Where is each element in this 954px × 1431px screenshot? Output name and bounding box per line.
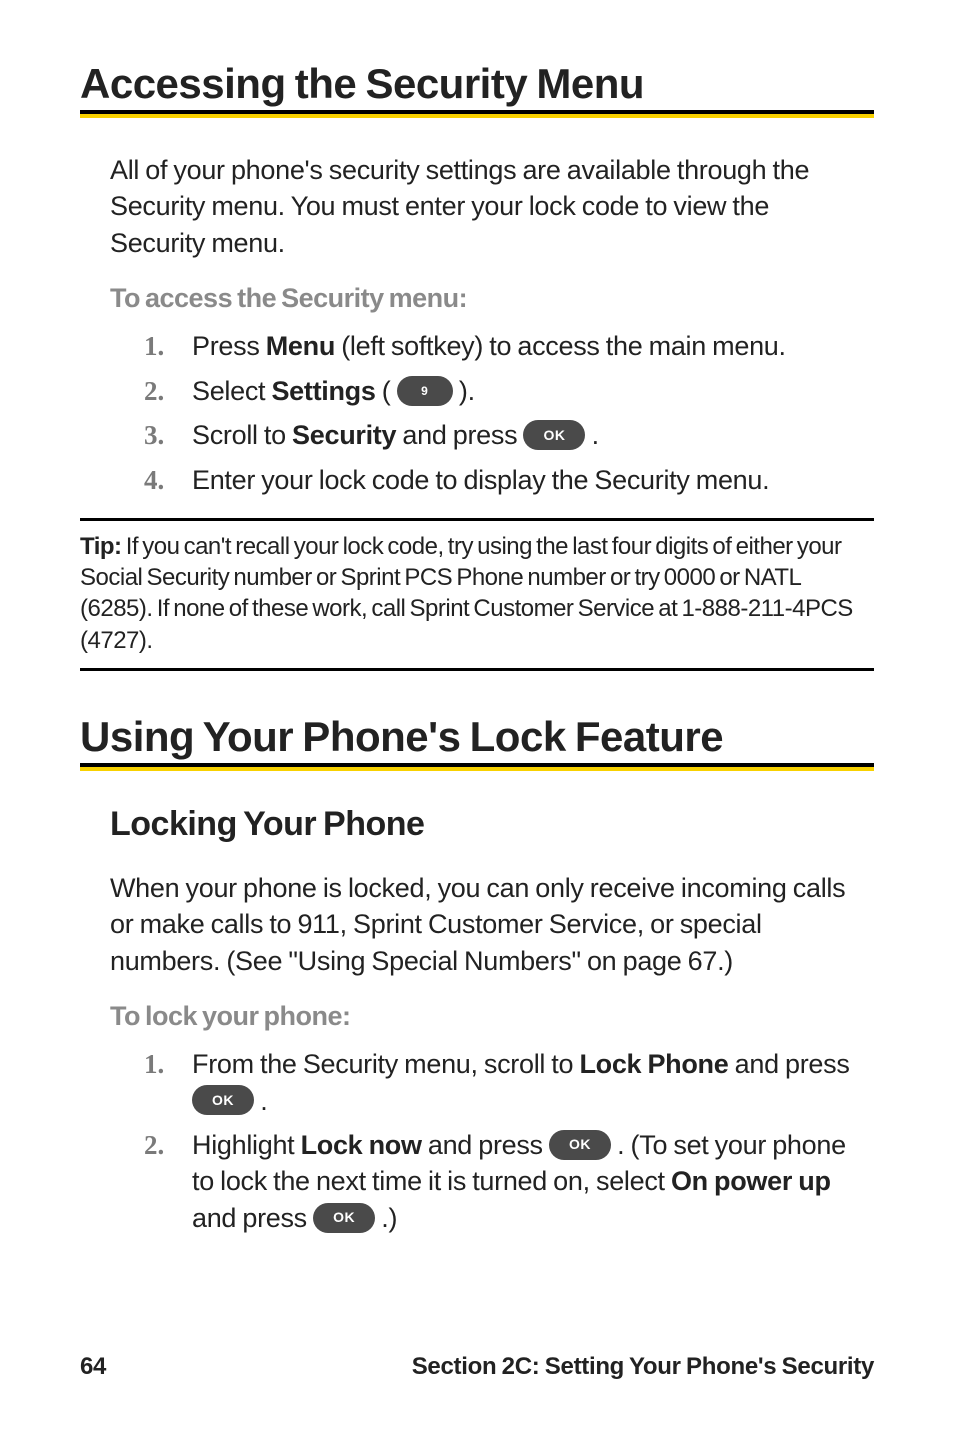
step-text: Press Menu (left softkey) to access the … <box>192 328 786 364</box>
text-fragment: ). <box>453 376 475 406</box>
key-ok-icon: OK <box>313 1203 375 1233</box>
text-bold: Settings <box>271 376 375 406</box>
text-bold: On power up <box>671 1166 831 1196</box>
text-fragment: .) <box>375 1203 397 1233</box>
step-1: 1. Press Menu (left softkey) to access t… <box>144 328 864 364</box>
page-footer: 64 Section 2C: Setting Your Phone's Secu… <box>80 1353 874 1381</box>
title-underline <box>80 110 874 118</box>
text-fragment: and press <box>422 1130 549 1160</box>
text-fragment: (left softkey) to access the main menu. <box>335 331 786 361</box>
text-bold: Lock Phone <box>579 1049 728 1079</box>
text-fragment: From the Security menu, scroll to <box>192 1049 579 1079</box>
page-number: 64 <box>80 1353 106 1381</box>
step-text: Highlight Lock now and press OK . (To se… <box>192 1127 864 1236</box>
key-9-icon: 9 <box>397 376 453 406</box>
tip-body: If you can't recall your lock code, try … <box>80 533 853 654</box>
step-text: Scroll to Security and press OK . <box>192 417 599 453</box>
text-bold: Menu <box>266 331 335 361</box>
section2-intro: When your phone is locked, you can only … <box>110 870 864 979</box>
step-number: 2. <box>144 373 192 409</box>
text-fragment: and press <box>192 1203 313 1233</box>
text-bold: Security <box>292 420 396 450</box>
step-text: From the Security menu, scroll to Lock P… <box>192 1046 864 1119</box>
step-number: 4. <box>144 462 192 498</box>
section1-intro: All of your phone's security settings ar… <box>110 152 864 261</box>
key-ok-icon: OK <box>192 1085 254 1115</box>
step-3: 3. Scroll to Security and press OK . <box>144 417 864 453</box>
text-fragment: and press <box>728 1049 849 1079</box>
step-number: 1. <box>144 1046 192 1082</box>
step-text: Select Settings ( 9 ). <box>192 373 475 409</box>
key-ok-icon: OK <box>549 1130 611 1160</box>
section2-lead: To lock your phone: <box>110 1001 864 1032</box>
section2-body: Locking Your Phone When your phone is lo… <box>80 805 874 1237</box>
section1-steps: 1. Press Menu (left softkey) to access t… <box>110 328 864 498</box>
text-fragment: Highlight <box>192 1130 301 1160</box>
step-text: Enter your lock code to display the Secu… <box>192 462 769 498</box>
step-1: 1. From the Security menu, scroll to Loc… <box>144 1046 864 1119</box>
step-number: 3. <box>144 417 192 453</box>
section1-body: All of your phone's security settings ar… <box>80 152 874 498</box>
text-fragment: and press <box>396 420 523 450</box>
footer-title: Section 2C: Setting Your Phone's Securit… <box>412 1353 874 1381</box>
text-fragment: ( <box>376 376 397 406</box>
subhead-locking-your-phone: Locking Your Phone <box>110 805 864 844</box>
step-2: 2. Select Settings ( 9 ). <box>144 373 864 409</box>
tip-label: Tip: <box>80 533 122 560</box>
step-number: 2. <box>144 1127 192 1163</box>
step-4: 4. Enter your lock code to display the S… <box>144 462 864 498</box>
section2-steps: 1. From the Security menu, scroll to Loc… <box>110 1046 864 1236</box>
key-ok-icon: OK <box>523 420 585 450</box>
step-number: 1. <box>144 328 192 364</box>
text-fragment: . <box>254 1086 267 1116</box>
text-bold: Lock now <box>301 1130 422 1160</box>
text-fragment: Scroll to <box>192 420 292 450</box>
step-2: 2. Highlight Lock now and press OK . (To… <box>144 1127 864 1236</box>
text-fragment: . <box>585 420 598 450</box>
tip-box: Tip: If you can't recall your lock code,… <box>80 518 874 671</box>
title-underline <box>80 763 874 771</box>
section1-lead: To access the Security menu: <box>110 283 864 314</box>
heading-accessing-security-menu: Accessing the Security Menu <box>80 60 874 108</box>
heading-using-lock-feature: Using Your Phone's Lock Feature <box>80 713 874 761</box>
tip-text: Tip: If you can't recall your lock code,… <box>80 531 874 656</box>
text-fragment: Select <box>192 376 271 406</box>
text-fragment: Press <box>192 331 266 361</box>
